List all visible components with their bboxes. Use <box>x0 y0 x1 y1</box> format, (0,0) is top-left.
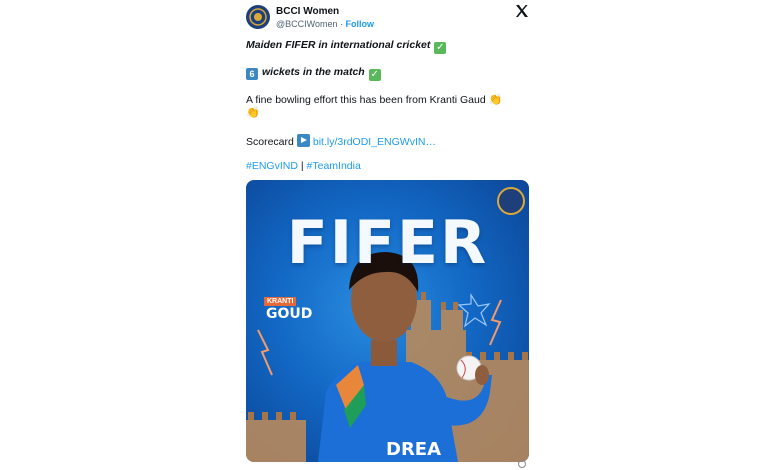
account-name[interactable]: BCCI Women <box>276 6 339 17</box>
clapping-hands-icon: 👏 <box>246 107 260 119</box>
tweet-line-2-text: wickets in the match <box>262 66 365 78</box>
x-logo-icon[interactable] <box>514 3 530 19</box>
hashtag-line: #ENGvIND | #TeamIndia <box>246 160 361 172</box>
follow-button[interactable]: Follow <box>346 19 375 29</box>
clapping-hands-icon: 👏 <box>488 94 503 106</box>
scorecard-link[interactable]: bit.ly/3rdODI_ENGWvIN… <box>313 136 436 148</box>
play-button-icon <box>296 134 310 147</box>
info-icon <box>518 460 526 468</box>
bcci-logo-avatar[interactable] <box>246 5 270 29</box>
hashtag-separator: | <box>300 160 304 172</box>
tweet-line-1-text: Maiden FIFER in international cricket <box>246 39 431 51</box>
keycap-six-icon: 6 <box>246 68 258 80</box>
media-image[interactable]: DREA FIFER KRANTI GOUD <box>246 180 529 462</box>
player-last-name: GOUD <box>266 306 313 322</box>
scorecard-label: Scorecard <box>246 136 294 148</box>
player-first-name: KRANTI <box>264 297 297 306</box>
hashtag-teamindia[interactable]: #TeamIndia <box>307 160 361 172</box>
tweet-line-1: Maiden FIFER in international cricket ✓ <box>246 39 447 54</box>
tweet-line-3: A fine bowling effort this has been from… <box>246 93 502 106</box>
check-mark-icon: ✓ <box>368 69 381 81</box>
tweet-line-3-text: A fine bowling effort this has been from… <box>246 94 486 106</box>
hashtag-engvind[interactable]: #ENGvIND <box>246 160 298 172</box>
poster-headline: FIFER <box>286 208 489 278</box>
scorecard-line: Scorecard bit.ly/3rdODI_ENGWvIN… <box>246 134 436 148</box>
separator-dot: · <box>340 19 343 29</box>
tweet-line-2: 6 wickets in the match ✓ <box>246 66 381 81</box>
check-mark-icon: ✓ <box>434 42 447 54</box>
svg-text:DREA: DREA <box>386 439 441 460</box>
tweet-card: BCCI Women @BCCIWomen · Follow Maiden FI… <box>236 0 540 470</box>
handle-row: @BCCIWomen · Follow <box>276 19 374 29</box>
account-handle[interactable]: @BCCIWomen <box>276 19 337 29</box>
tweet-line-3-wrap: 👏 <box>246 106 260 119</box>
